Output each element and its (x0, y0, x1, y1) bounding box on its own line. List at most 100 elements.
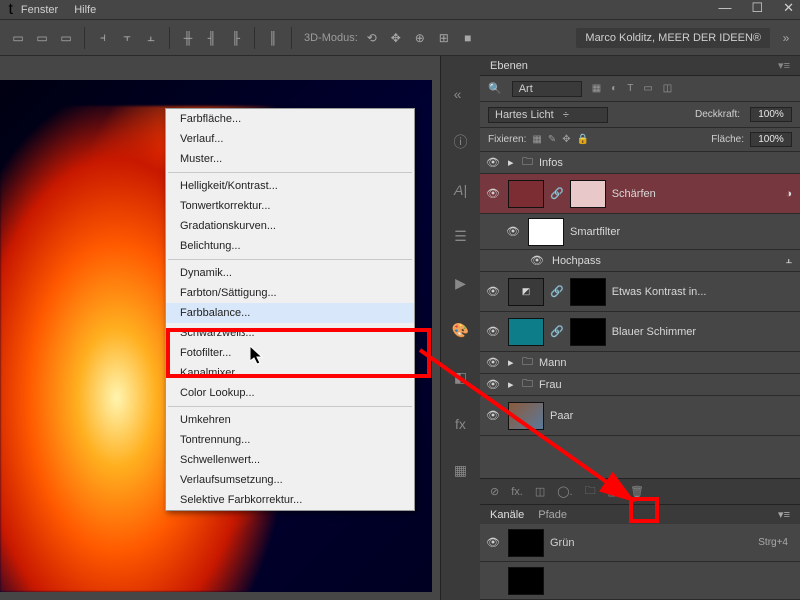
panel-icon[interactable]: ◧ (454, 369, 467, 386)
channels-tab[interactable]: Kanäle (490, 509, 524, 521)
menu-item[interactable]: Muster... (166, 149, 414, 169)
collapse-icon[interactable]: « (454, 86, 462, 102)
distribute-icon[interactable]: ╫ (178, 28, 198, 48)
layer-row[interactable]: 👁 Smartfilter (480, 214, 800, 250)
adjustment-layer-icon[interactable]: ◯. (557, 485, 572, 498)
opacity-label: Deckkraft: (695, 109, 740, 120)
menu-item[interactable]: Belichtung... (166, 236, 414, 256)
filter-adjust-icon[interactable]: ◐ (611, 83, 617, 94)
distribute-icon[interactable]: ⫠ (141, 28, 161, 48)
new-layer-icon[interactable]: ◫ (608, 485, 618, 498)
filter-type-icon[interactable]: T (627, 83, 633, 94)
move-icon[interactable]: ⊕ (410, 28, 430, 48)
window-minimize-icon[interactable]: — (718, 0, 731, 16)
credit-box[interactable]: Marco Kolditz, MEER DER IDEEN® (576, 28, 770, 48)
layer-group-row[interactable]: 👁 ▸🗀 Infos (480, 152, 800, 174)
filter-smart-icon[interactable]: ◫ (663, 83, 672, 94)
menu-item[interactable]: Schwellenwert... (166, 450, 414, 470)
layer-group-row[interactable]: 👁 ▸🗀 Frau (480, 374, 800, 396)
menu-item[interactable]: Verlaufsumsetzung... (166, 470, 414, 490)
visibility-icon[interactable]: 👁 (484, 356, 502, 369)
color-panel-icon[interactable]: 🎨 (452, 322, 469, 339)
visibility-icon[interactable]: 👁 (484, 409, 502, 422)
lock-all-icon[interactable]: 🔒 (577, 134, 589, 145)
distribute-icon[interactable]: ⫟ (117, 28, 137, 48)
annotation-box (629, 497, 659, 523)
menu-item[interactable]: Gradationskurven... (166, 216, 414, 236)
layers-tab[interactable]: Ebenen (490, 60, 528, 72)
window-maximize-icon[interactable]: ☐ (751, 0, 763, 16)
scale-icon[interactable]: ⊞ (434, 28, 454, 48)
visibility-icon[interactable]: 👁 (484, 325, 502, 338)
align-icon[interactable]: ▭ (56, 28, 76, 48)
layer-row[interactable]: 👁 🔗 Blauer Schimmer (480, 312, 800, 352)
menu-fenster[interactable]: Fenster (13, 2, 66, 18)
lock-label: Fixieren: (488, 134, 526, 145)
filter-shape-icon[interactable]: ▭ (643, 83, 652, 94)
layer-style-icon[interactable]: fx. (511, 486, 523, 498)
distribute-icon[interactable]: ╟ (226, 28, 246, 48)
distribute-icon[interactable]: ╢ (202, 28, 222, 48)
fill-label: Fläche: (711, 134, 744, 145)
visibility-icon[interactable]: 👁 (528, 254, 546, 267)
distribute-icon[interactable]: ║ (263, 28, 283, 48)
visibility-icon[interactable]: 👁 (504, 225, 522, 238)
distribute-icon[interactable]: ⫞ (93, 28, 113, 48)
menu-hilfe[interactable]: Hilfe (66, 2, 104, 18)
menu-item[interactable]: Color Lookup... (166, 383, 414, 403)
layer-row[interactable]: 👁 Hochpass ⫠ (480, 250, 800, 272)
panel-menu-icon[interactable]: ▾≡ (778, 59, 790, 72)
menu-item[interactable]: Umkehren (166, 410, 414, 430)
visibility-icon[interactable]: 👁 (484, 378, 502, 391)
folder-icon: 🗀 (522, 153, 533, 172)
folder-icon: 🗀 (522, 353, 533, 372)
menu-item[interactable]: Helligkeit/Kontrast... (166, 176, 414, 196)
lock-pixel-icon[interactable]: ▦ (532, 134, 541, 145)
paths-tab[interactable]: Pfade (538, 509, 567, 521)
panel-toggle-icon[interactable]: » (776, 28, 796, 48)
panel-icon[interactable]: ▦ (454, 462, 467, 479)
lock-brush-icon[interactable]: ✎ (548, 134, 556, 145)
layer-row[interactable]: 👁 Paar (480, 396, 800, 436)
rotate-icon[interactable]: ■ (458, 28, 478, 48)
mode-3d-label: 3D-Modus: (304, 32, 358, 44)
annotation-box (166, 328, 431, 378)
orbit-icon[interactable]: ⟲ (362, 28, 382, 48)
new-group-icon[interactable]: 🗀 (585, 482, 596, 501)
layer-group-row[interactable]: 👁 ▸🗀 Mann (480, 352, 800, 374)
align-icon[interactable]: ▭ (8, 28, 28, 48)
window-close-icon[interactable]: ✕ (783, 0, 794, 16)
folder-icon: 🗀 (522, 375, 533, 394)
actions-panel-icon[interactable]: ▶ (455, 275, 466, 292)
lock-move-icon[interactable]: ✥ (562, 134, 570, 145)
menu-item-farbbalance[interactable]: Farbbalance... (166, 303, 414, 323)
align-icon[interactable]: ▭ (32, 28, 52, 48)
layer-mask-icon[interactable]: ◫ (535, 485, 545, 498)
filter-pixel-icon[interactable]: ▦ (592, 83, 601, 94)
menu-item[interactable]: Verlauf... (166, 129, 414, 149)
menu-item[interactable]: Farbfläche... (166, 109, 414, 129)
channel-row[interactable] (480, 562, 800, 600)
menu-item[interactable]: Tontrennung... (166, 430, 414, 450)
menu-item[interactable]: Dynamik... (166, 263, 414, 283)
panel-menu-icon[interactable]: ▾≡ (778, 508, 790, 521)
visibility-icon[interactable]: 👁 (484, 156, 502, 169)
visibility-icon[interactable]: 👁 (484, 187, 502, 200)
layer-row[interactable]: 👁 ◩🔗 Etwas Kontrast in... (480, 272, 800, 312)
character-panel-icon[interactable]: A| (454, 182, 467, 198)
blend-mode-select[interactable]: Hartes Licht ÷ (488, 107, 608, 123)
fill-input[interactable]: 100% (750, 132, 792, 147)
styles-panel-icon[interactable]: fx (455, 416, 466, 432)
info-panel-icon[interactable]: ⓘ (454, 132, 468, 152)
visibility-icon[interactable]: 👁 (484, 285, 502, 298)
pan-icon[interactable]: ✥ (386, 28, 406, 48)
opacity-input[interactable]: 100% (750, 107, 792, 122)
link-layers-icon[interactable]: ⊘ (490, 485, 499, 498)
filter-select[interactable]: Art (512, 81, 582, 97)
menu-item[interactable]: Selektive Farbkorrektur... (166, 490, 414, 510)
channel-row[interactable]: 👁 Grün Strg+4 (480, 524, 800, 562)
layer-row[interactable]: 👁 🔗 Schärfen ◑ (480, 174, 800, 214)
menu-item[interactable]: Tonwertkorrektur... (166, 196, 414, 216)
menu-item[interactable]: Farbton/Sättigung... (166, 283, 414, 303)
panel-icon[interactable]: ☰ (454, 228, 467, 245)
